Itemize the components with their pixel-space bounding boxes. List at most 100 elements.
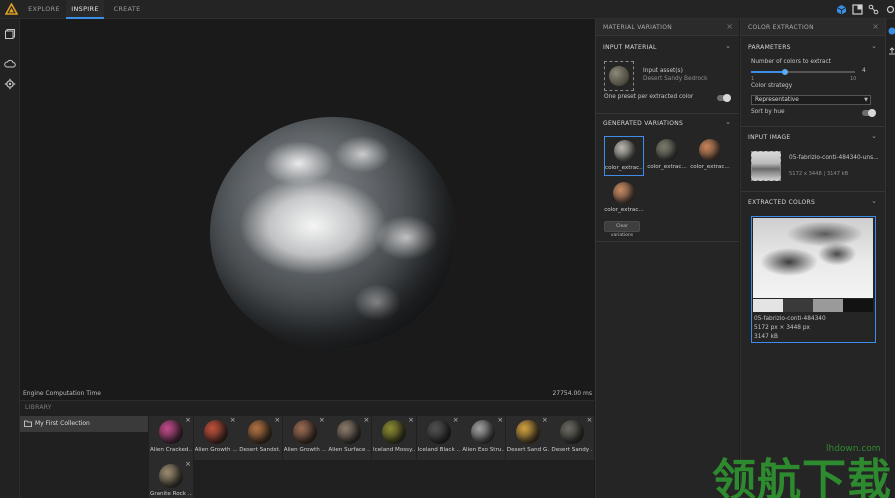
variation-item[interactable]: color_extrac... [690,136,730,176]
gear-icon[interactable] [4,78,16,90]
input-image-section[interactable]: INPUT IMAGE ⌄ [741,130,885,144]
generated-variations-section[interactable]: GENERATED VARIATIONS ⌄ [596,116,739,130]
remove-icon[interactable]: × [319,416,325,424]
chevron-down-icon: ⌄ [871,132,877,140]
variation-thumbnail [699,139,721,161]
one-preset-toggle[interactable] [717,94,731,102]
variation-label: color_extrac... [605,165,643,171]
input-material-section[interactable]: INPUT MATERIAL ⌄ [596,40,739,54]
library-item-label: Alien Surface ... [328,447,371,453]
library-item[interactable]: × Iceland Mossy... [372,416,416,460]
tab-explore[interactable]: EXPLORE [26,0,62,19]
input-asset-slot[interactable] [604,61,634,91]
extracted-colors-section[interactable]: EXTRACTED COLORS ⌄ [741,195,885,209]
library-item-label: Desert Sandst... [239,447,282,453]
close-icon[interactable]: × [872,22,879,31]
layout-icon[interactable] [852,4,863,15]
library-item-label: Alien Growth ... [194,447,237,453]
material-thumbnail [159,420,183,444]
remove-icon[interactable]: × [542,416,548,424]
share-icon[interactable] [868,4,879,15]
export-icon[interactable] [888,47,895,55]
library-item[interactable]: × Iceland Black ... [416,416,461,460]
material-thumbnail [292,420,317,444]
section-title: EXTRACTED COLORS [748,199,816,206]
library-item[interactable]: × Alien Surface ... [327,416,372,460]
cube-icon[interactable] [836,4,847,15]
material-thumbnail [426,420,451,444]
section-title: INPUT MATERIAL [603,44,657,51]
divider [596,113,739,114]
library-item-label: Alien Exo Stru... [462,447,505,453]
variation-item[interactable]: color_extrac... [604,136,644,176]
input-image-meta: 5172 x 3448 | 3147 kB [789,171,849,177]
remove-icon[interactable]: × [497,416,503,424]
color-extraction-panel: COLOR EXTRACTION × PARAMETERS ⌄ Number o… [740,19,885,498]
material-panel-title: MATERIAL VARIATION [603,24,673,31]
library-item[interactable]: × Alien Growth ... [193,416,238,460]
library-item-label: Iceland Black ... [417,447,460,453]
material-thumbnail [515,420,540,444]
cloud-icon[interactable] [4,58,16,70]
variation-item[interactable]: color_extrac... [604,179,644,219]
sort-by-hue-toggle[interactable] [862,109,876,117]
remove-icon[interactable]: × [364,416,370,424]
material-thumbnail [159,464,183,488]
tab-inspire[interactable]: INSPIRE [66,0,104,19]
color-swatch[interactable] [843,299,873,312]
3d-viewport[interactable]: Engine Computation Time 27754.00 ms [20,19,594,400]
extracted-colors-card[interactable]: 05-fabrizio-conti-484340 5172 px × 3448 … [751,216,876,343]
library-item-label: Granite Rock ... [150,491,192,497]
color-swatch[interactable] [783,299,813,312]
remove-icon[interactable]: × [185,416,191,424]
library-item[interactable]: × Alien Growth ... [282,416,327,460]
left-toolbar [0,19,20,498]
app-logo-icon [5,3,18,15]
right-mini-toolbar [885,19,895,498]
info-icon[interactable] [888,27,895,35]
divider [741,126,885,127]
collection-item[interactable]: My First Collection [20,416,148,432]
input-asset-label: Input asset(s) [643,68,683,74]
parameters-section[interactable]: PARAMETERS ⌄ [741,40,885,54]
library-item[interactable]: × Alien Cracked... [149,416,193,460]
settings-icon[interactable] [885,4,895,15]
library-panel: LIBRARY My First Collection × Alien Crack… [20,400,595,498]
material-preview-sphere[interactable] [210,117,456,349]
library-icon[interactable] [4,28,16,40]
close-icon[interactable]: × [726,22,733,31]
divider [596,241,739,242]
section-title: PARAMETERS [748,44,791,51]
strategy-select[interactable]: Representative ▼ [751,95,871,105]
remove-icon[interactable]: × [274,416,280,424]
remove-icon[interactable]: × [587,416,593,424]
slider-handle[interactable] [782,69,789,75]
library-item-label: Iceland Mossy... [373,447,415,453]
remove-icon[interactable]: × [453,416,459,424]
remove-icon[interactable]: × [185,460,191,468]
library-item-label: Desert Sandy ... [551,447,594,453]
input-image-thumbnail[interactable] [751,151,781,181]
asset-thumbnail [609,66,629,86]
variation-thumbnail [613,182,635,204]
num-colors-value[interactable]: 4 [862,68,866,74]
photo-name: 05-fabrizio-conti-484340 [754,316,826,322]
variation-label: color_extrac... [690,164,730,170]
library-item[interactable]: × Desert Sandst... [238,416,283,460]
variation-item[interactable]: color_extrac... [647,136,687,176]
color-swatch[interactable] [753,299,783,312]
library-item[interactable]: × Granite Rock ... [149,460,193,498]
remove-icon[interactable]: × [230,416,236,424]
photo-kb: 3147 kB [754,334,778,340]
clear-variations-button[interactable]: Clear variations [604,221,640,238]
remove-icon[interactable]: × [408,416,414,424]
variation-thumbnail [614,140,636,162]
tab-create[interactable]: CREATE [110,0,144,19]
color-swatch[interactable] [813,299,843,312]
material-panel-header: MATERIAL VARIATION × [596,19,739,36]
library-item[interactable]: × Alien Exo Stru... [461,416,506,460]
material-variation-panel: MATERIAL VARIATION × INPUT MATERIAL ⌄ In… [595,19,739,498]
library-item[interactable]: × Desert Sandy ... [550,416,595,460]
variation-label: color_extrac... [647,164,687,170]
library-item[interactable]: × Desert Sand G... [505,416,550,460]
